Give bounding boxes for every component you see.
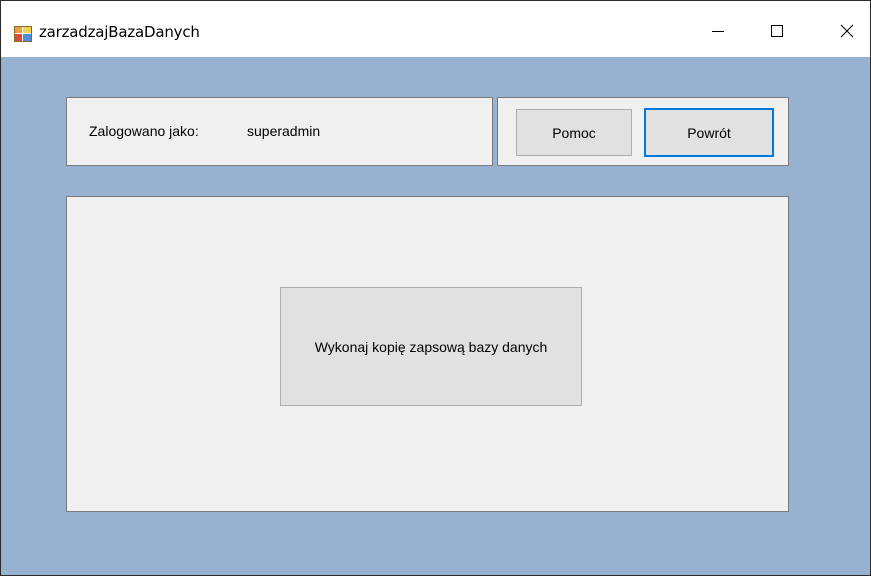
maximize-button[interactable] — [754, 13, 800, 53]
main-panel: Wykonaj kopię zapsową bazy danych — [66, 196, 789, 512]
username-label: superadmin — [247, 123, 321, 139]
window-title: zarzadzajBazaDanych — [39, 23, 200, 41]
help-button[interactable]: Pomoc — [516, 109, 632, 156]
client-area: Zalogowano jako: superadmin Pomoc Powrót… — [1, 57, 870, 575]
back-button[interactable]: Powrót — [644, 108, 774, 157]
login-info-panel: Zalogowano jako: superadmin — [66, 97, 493, 166]
minimize-button[interactable] — [695, 13, 741, 53]
app-window: zarzadzajBazaDanych Zalogowano jako: sup… — [0, 0, 871, 576]
close-icon — [839, 23, 855, 44]
winforms-app-icon — [14, 26, 32, 42]
title-bar[interactable]: zarzadzajBazaDanych — [1, 1, 870, 57]
logged-in-as-label: Zalogowano jako: — [89, 123, 199, 139]
backup-database-button[interactable]: Wykonaj kopię zapsową bazy danych — [280, 287, 582, 406]
close-button[interactable] — [824, 13, 870, 53]
navigation-panel: Pomoc Powrót — [497, 97, 789, 166]
maximize-icon — [769, 23, 785, 44]
minimize-icon — [710, 23, 726, 44]
